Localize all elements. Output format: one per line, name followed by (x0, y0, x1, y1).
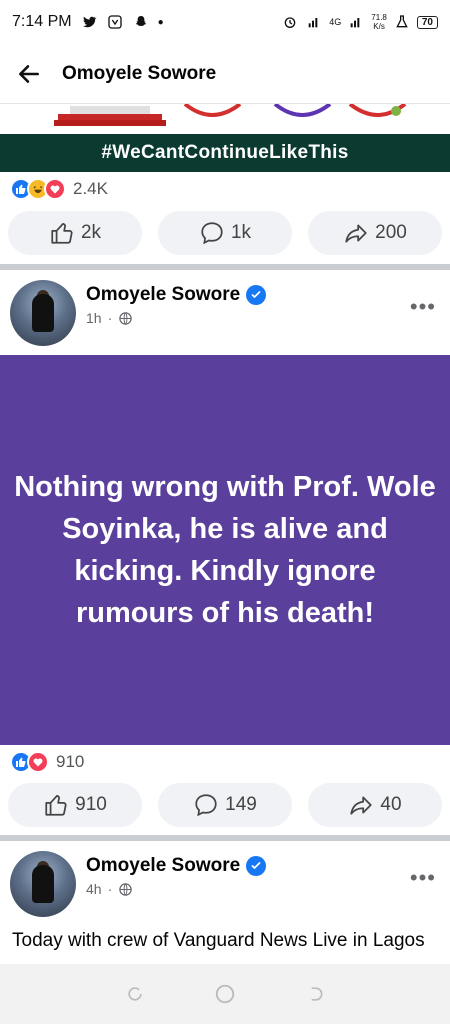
comment-icon (201, 222, 223, 245)
avatar[interactable] (10, 280, 76, 346)
post-author[interactable]: Omoyele Sowore (86, 284, 267, 306)
reaction-icons (10, 178, 66, 200)
comment-icon (195, 794, 217, 817)
dot-icon: ● (157, 16, 164, 28)
post-author[interactable]: Omoyele Sowore (86, 855, 267, 877)
page-title: Omoyele Sowore (62, 62, 217, 84)
post-timestamp[interactable]: 1h (86, 310, 102, 326)
previous-post-image[interactable] (0, 104, 450, 134)
globe-icon (119, 882, 132, 896)
reaction-count: 910 (56, 752, 85, 771)
share-arrow-icon (345, 224, 367, 243)
post-separator (0, 264, 450, 270)
post-header: Omoyele Sowore 4h · ••• (0, 851, 450, 921)
back-button[interactable] (14, 59, 44, 89)
network-speed: 71.8 K/s (371, 13, 387, 31)
signal-icon-2 (350, 18, 360, 28)
previous-post-actions: 2k 1k 200 (8, 211, 442, 255)
home-button[interactable] (213, 982, 237, 1006)
system-icons: 4G 71.8 K/s 70 (281, 13, 438, 31)
verified-badge-icon (246, 285, 267, 305)
post-separator (0, 835, 450, 841)
arrow-left-icon (19, 64, 39, 83)
home-circle-icon (215, 984, 235, 1004)
snapchat-icon (135, 16, 146, 26)
top-app-bar: Omoyele Sowore (0, 44, 450, 104)
notification-icons: ● (80, 14, 164, 30)
network-type: 4G (329, 17, 342, 27)
app-notification-icon (107, 15, 122, 29)
previous-post-illustration (54, 104, 407, 126)
reaction-summary[interactable]: 2.4K (10, 178, 108, 200)
love-reaction-icon (44, 178, 66, 200)
like-button[interactable]: 2k (8, 211, 142, 255)
status-time: 7:14 PM (12, 13, 72, 30)
post-actions: 910 149 40 (8, 783, 442, 827)
flask-icon (396, 15, 408, 28)
thumbs-up-icon (51, 223, 73, 244)
text-post-background[interactable]: Nothing wrong with Prof. Wole Soyinka, h… (0, 355, 450, 745)
more-horizontal-icon[interactable]: ••• (410, 865, 436, 891)
thumbs-up-icon (45, 795, 67, 816)
reaction-summary[interactable]: 910 (10, 751, 84, 773)
post-meta: 1h · (86, 310, 133, 326)
battery-indicator: 70 (416, 15, 438, 29)
back-nav-icon (311, 987, 323, 1001)
comment-button[interactable]: 149 (158, 783, 292, 827)
share-arrow-icon (350, 796, 373, 815)
more-horizontal-icon[interactable]: ••• (410, 294, 436, 320)
twitter-icon (82, 16, 97, 28)
post-text: Nothing wrong with Prof. Wole Soyinka, h… (14, 471, 436, 629)
recents-button[interactable] (123, 982, 147, 1006)
share-button[interactable]: 200 (308, 211, 442, 255)
recents-icon (128, 987, 142, 1001)
post-timestamp[interactable]: 4h (86, 881, 102, 897)
alarm-icon (284, 17, 296, 28)
back-nav-button[interactable] (303, 982, 327, 1006)
signal-icon (308, 18, 318, 28)
post-header: Omoyele Sowore 1h · ••• (0, 280, 450, 350)
post-meta: 4h · (86, 881, 133, 897)
verified-badge-icon (246, 856, 267, 876)
dot-separator: · (107, 310, 113, 326)
avatar[interactable] (10, 851, 76, 917)
reaction-icons (10, 751, 49, 773)
hashtag-banner: #WeCantContinueLikeThis (0, 134, 450, 172)
dot-separator: · (107, 881, 113, 897)
comment-button[interactable]: 1k (158, 211, 292, 255)
system-navigation-bar (0, 964, 450, 1024)
reaction-count: 2.4K (73, 179, 108, 198)
like-button[interactable]: 910 (8, 783, 142, 827)
love-reaction-icon (27, 751, 49, 773)
post-caption: Today with crew of Vanguard News Live in… (12, 930, 425, 951)
globe-icon (119, 311, 132, 325)
share-button[interactable]: 40 (308, 783, 442, 827)
status-bar: 7:14 PM ● 4G 71.8 K/s 70 (0, 0, 450, 44)
